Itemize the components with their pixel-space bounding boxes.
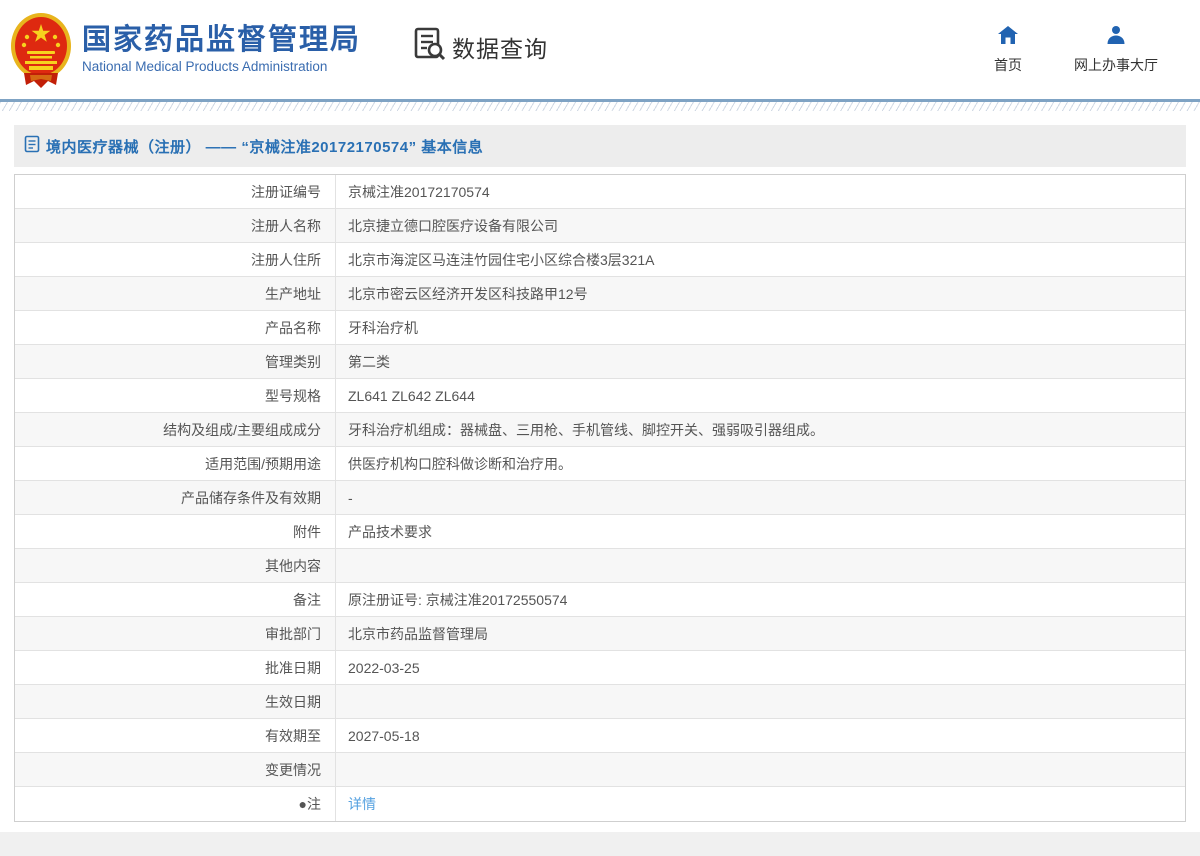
- agency-name-en: National Medical Products Administration: [82, 59, 328, 75]
- row-value: [336, 685, 1185, 718]
- row-label: 结构及组成/主要组成成分: [15, 413, 336, 446]
- row-label: 其他内容: [15, 549, 336, 582]
- national-emblem-logo: [10, 11, 72, 89]
- row-value: 北京市海淀区马连洼竹园住宅小区综合楼3层321A: [348, 251, 655, 268]
- row-label: 生效日期: [15, 685, 336, 718]
- agency-title-block: 国家药品监督管理局 National Medical Products Admi…: [82, 23, 362, 75]
- table-row: 型号规格 ZL641 ZL642 ZL644: [15, 379, 1185, 413]
- row-value: -: [348, 489, 353, 506]
- nav-item-home[interactable]: 首页: [994, 25, 1022, 75]
- row-value: 原注册证号: 京械注准20172550574: [348, 591, 568, 608]
- table-row: 审批部门 北京市药品监督管理局: [15, 617, 1185, 651]
- table-row: 变更情况: [15, 753, 1185, 787]
- table-row: 注册人住所 北京市海淀区马连洼竹园住宅小区综合楼3层321A: [15, 243, 1185, 277]
- row-label: 附件: [15, 515, 336, 548]
- row-label: 生产地址: [15, 277, 336, 310]
- registration-info-table: 注册证编号 京械注准20172170574 注册人名称 北京捷立德口腔医疗设备有限公司…: [14, 174, 1186, 822]
- table-row: 备注 原注册证号: 京械注准20172550574: [15, 583, 1185, 617]
- row-label: 有效期至: [15, 719, 336, 752]
- table-row: 注册证编号 京械注准20172170574: [15, 175, 1185, 209]
- row-value: 第二类: [348, 353, 390, 370]
- table-row: 生产地址 北京市密云区经济开发区科技路甲12号: [15, 277, 1185, 311]
- row-label: 注册人住所: [15, 243, 336, 276]
- title-bar: 境内医疗器械（注册） —— “京械注准20172170574” 基本信息: [14, 125, 1186, 167]
- table-row: ●注 详情: [15, 787, 1185, 821]
- header-hatch-pattern: [0, 102, 1200, 111]
- row-value: 详情: [336, 787, 1185, 821]
- nav-service-hall-label: 网上办事大厅: [1074, 56, 1158, 73]
- row-value: 2027-05-18: [348, 727, 420, 744]
- row-value: 产品技术要求: [348, 523, 432, 540]
- agency-name-zh: 国家药品监督管理局: [82, 23, 362, 56]
- data-query-label: 数据查询: [452, 35, 549, 62]
- table-row: 管理类别 第二类: [15, 345, 1185, 379]
- table-row: 其他内容: [15, 549, 1185, 583]
- row-label: 适用范围/预期用途: [15, 447, 336, 480]
- row-value: 北京市密云区经济开发区科技路甲12号: [348, 285, 588, 302]
- row-label: 产品储存条件及有效期: [15, 481, 336, 514]
- row-label: 批准日期: [15, 651, 336, 684]
- table-row: 适用范围/预期用途 供医疗机构口腔科做诊断和治疗用。: [15, 447, 1185, 481]
- row-value: 供医疗机构口腔科做诊断和治疗用。: [348, 455, 572, 472]
- row-value: 牙科治疗机组成：器械盘、三用枪、手机管线、脚控开关、强弱吸引器组成。: [348, 421, 824, 438]
- data-query-section[interactable]: 数据查询: [413, 26, 548, 67]
- row-label: 审批部门: [15, 617, 336, 650]
- row-label: ●注: [15, 787, 336, 821]
- nav-item-service-hall[interactable]: 网上办事大厅: [1074, 25, 1158, 75]
- row-value: 京械注准20172170574: [348, 183, 490, 200]
- document-search-icon: [413, 26, 447, 67]
- header: 国家药品监督管理局 National Medical Products Admi…: [0, 0, 1200, 99]
- detail-link[interactable]: 详情: [348, 794, 376, 814]
- row-label: 变更情况: [15, 753, 336, 786]
- table-row: 附件 产品技术要求: [15, 515, 1185, 549]
- row-label: 备注: [15, 583, 336, 616]
- table-row: 产品储存条件及有效期 -: [15, 481, 1185, 515]
- table-row: 产品名称 牙科治疗机: [15, 311, 1185, 345]
- table-row: 注册人名称 北京捷立德口腔医疗设备有限公司: [15, 209, 1185, 243]
- page-title: 境内医疗器械（注册） —— “京械注准20172170574” 基本信息: [46, 138, 484, 156]
- row-label: 型号规格: [15, 379, 336, 412]
- document-icon: [24, 135, 40, 158]
- row-label: 注册证编号: [15, 175, 336, 208]
- row-value: [336, 753, 1185, 786]
- row-value: 北京市药品监督管理局: [348, 625, 488, 642]
- row-value: 北京捷立德口腔医疗设备有限公司: [348, 217, 558, 234]
- table-row: 批准日期 2022-03-25: [15, 651, 1185, 685]
- user-icon: [1105, 25, 1127, 50]
- row-value: 牙科治疗机: [348, 319, 418, 336]
- table-row: 结构及组成/主要组成成分 牙科治疗机组成：器械盘、三用枪、手机管线、脚控开关、强弱…: [15, 413, 1185, 447]
- row-label: 产品名称: [15, 311, 336, 344]
- footer-strip: [0, 832, 1200, 856]
- nav-home-label: 首页: [994, 56, 1022, 73]
- row-label: 注册人名称: [15, 209, 336, 242]
- row-value: 2022-03-25: [348, 659, 420, 676]
- home-icon: [997, 25, 1019, 50]
- table-row: 生效日期: [15, 685, 1185, 719]
- row-label: 管理类别: [15, 345, 336, 378]
- top-nav: 首页 网上办事大厅: [994, 25, 1158, 75]
- row-value: [336, 549, 1185, 582]
- table-row: 有效期至 2027-05-18: [15, 719, 1185, 753]
- row-value: ZL641 ZL642 ZL644: [348, 387, 475, 404]
